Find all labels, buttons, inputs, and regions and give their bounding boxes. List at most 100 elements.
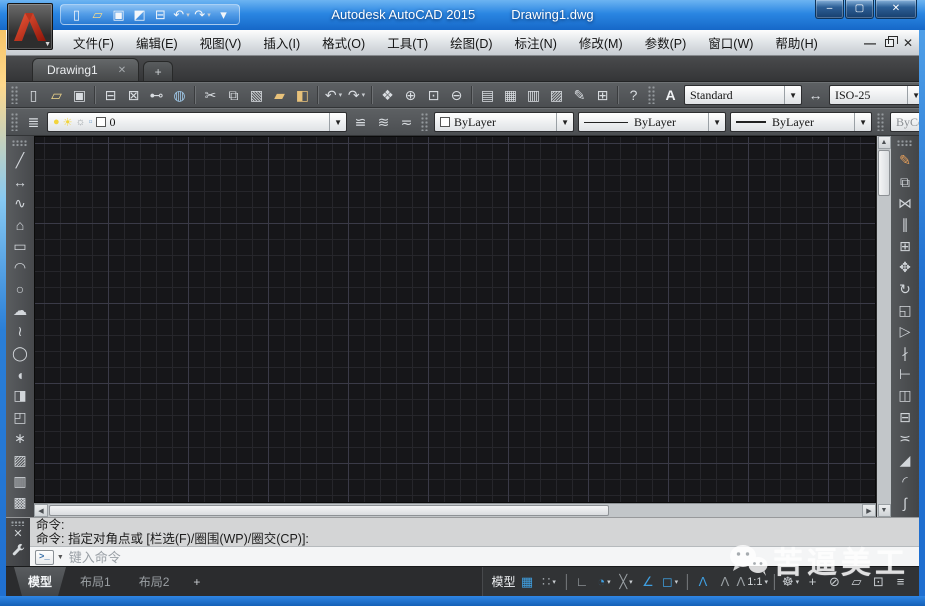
layer-combo[interactable]: ●☀☼▫ 0 ▼ [47, 112, 347, 132]
maximize-button[interactable]: ▢ [845, 0, 874, 19]
toolbar-grip[interactable] [897, 140, 913, 147]
mirror-tool[interactable]: ⋈ [893, 193, 917, 214]
fillet-tool[interactable]: ◜ [893, 471, 917, 492]
menu-window[interactable]: 窗口(W) [697, 30, 764, 55]
menu-tools[interactable]: 工具(T) [376, 30, 439, 55]
layer-on-icon[interactable]: ● [53, 116, 60, 128]
redo-icon[interactable]: ↷▾ [345, 84, 368, 106]
vertical-scrollbar[interactable]: ▲ ▼ [876, 136, 891, 517]
save-as-icon[interactable]: ◩ [130, 5, 149, 24]
layout1-tab[interactable]: 布局1 [66, 567, 125, 596]
title-bar[interactable]: ▯▱▣◩⊟↶▾↷▾▾ Autodesk AutoCAD 2015 Drawing… [0, 0, 925, 30]
undo-icon[interactable]: ↶▾ [172, 5, 191, 24]
save-icon[interactable]: ▣ [109, 5, 128, 24]
chamfer-tool[interactable]: ◢ [893, 449, 917, 470]
layer-previous-icon[interactable]: ≋ [372, 111, 395, 133]
scroll-down-icon[interactable]: ▼ [878, 504, 891, 517]
redo-icon[interactable]: ↷▾ [193, 5, 212, 24]
scroll-right-icon[interactable]: ▶ [862, 504, 876, 517]
insert-block-tool[interactable]: ◨ [8, 385, 32, 406]
scroll-up-icon[interactable]: ▲ [878, 136, 891, 149]
command-prompt-icon[interactable]: >_ [35, 550, 54, 565]
layer-lock-icon[interactable]: ▫ [89, 116, 93, 128]
drag-grip[interactable] [11, 521, 25, 526]
drawing-canvas[interactable] [34, 136, 876, 503]
make-object-layer-current-icon[interactable]: ≌ [349, 111, 372, 133]
horizontal-scrollbar[interactable]: ◀ ▶ [34, 503, 876, 517]
drawing-tab[interactable]: Drawing1 ✕ [32, 58, 139, 81]
menu-dimension[interactable]: 标注(N) [504, 30, 568, 55]
vertical-scroll-thumb[interactable] [878, 150, 890, 196]
chevron-down-icon[interactable]: ▼ [907, 86, 919, 104]
model-space-button[interactable]: 模型 [489, 571, 515, 593]
move-tool[interactable]: ✥ [893, 257, 917, 278]
open-icon[interactable]: ▱ [88, 5, 107, 24]
layout2-tab[interactable]: 布局2 [125, 567, 184, 596]
command-panel-grip[interactable]: ✕ [6, 518, 30, 566]
block-editor-icon[interactable]: ◧ [291, 84, 314, 106]
construction-line-tool[interactable]: ↔ [8, 171, 32, 192]
layer-properties-manager-icon[interactable]: ≣ [22, 111, 45, 133]
scroll-left-icon[interactable]: ◀ [34, 504, 48, 517]
help-icon[interactable]: ? [622, 84, 645, 106]
array-tool[interactable]: ⊞ [893, 236, 917, 257]
undo-icon-dropdown[interactable]: ▾ [339, 91, 343, 99]
gradient-tool[interactable]: ▥ [8, 471, 32, 492]
menu-draw[interactable]: 绘图(D) [439, 30, 503, 55]
copy-tool[interactable]: ⧉ [893, 171, 917, 192]
text-style-icon[interactable]: A [659, 84, 682, 106]
snap-mode-icon[interactable]: ∷▾ [539, 571, 560, 593]
trim-tool[interactable]: ∤ [893, 343, 917, 364]
menu-insert[interactable]: 插入(I) [252, 30, 311, 55]
layer-freeze-icon[interactable]: ☀ [63, 116, 73, 129]
offset-tool[interactable]: ∥ [893, 214, 917, 235]
model-tab[interactable]: 模型 [14, 567, 66, 596]
menu-view[interactable]: 视图(V) [189, 30, 253, 55]
hatch-tool[interactable]: ▨ [8, 449, 32, 470]
join-tool[interactable]: ≍ [893, 428, 917, 449]
close-icon[interactable]: ✕ [13, 529, 22, 540]
zoom-window-icon[interactable]: ⊡ [422, 84, 445, 106]
isometric-drafting-icon-dropdown[interactable]: ▾ [629, 578, 633, 586]
tool-palettes-icon[interactable]: ▥ [522, 84, 545, 106]
rectangle-tool[interactable]: ▭ [8, 236, 32, 257]
spline-tool[interactable]: ≀ [8, 321, 32, 342]
toolbar-grip[interactable] [11, 113, 19, 131]
chevron-down-icon[interactable]: ▼ [854, 113, 871, 131]
ellipse-tool[interactable]: ◯ [8, 343, 32, 364]
paste-icon[interactable]: ▧ [245, 84, 268, 106]
doc-minimize-icon[interactable]: — [864, 36, 876, 50]
break-tool[interactable]: ⊟ [893, 407, 917, 428]
menu-parametric[interactable]: 参数(P) [634, 30, 698, 55]
extend-tool[interactable]: ⊢ [893, 364, 917, 385]
open-icon[interactable]: ▱ [45, 84, 68, 106]
arc-tool[interactable]: ◠ [8, 257, 32, 278]
designcenter-icon[interactable]: ▦ [499, 84, 522, 106]
quickcalc-icon[interactable]: ⊞ [591, 84, 614, 106]
break-at-point-tool[interactable]: ◫ [893, 385, 917, 406]
print-icon[interactable]: ⊟ [151, 5, 170, 24]
lineweight-combo[interactable]: ByLayer ▼ [730, 112, 872, 132]
object-snap-icon-dropdown[interactable]: ▾ [675, 578, 679, 586]
create-block-tool[interactable]: ◰ [8, 407, 32, 428]
rotate-tool[interactable]: ↻ [893, 278, 917, 299]
properties-icon[interactable]: ▤ [476, 84, 499, 106]
doc-close-icon[interactable]: ✕ [903, 36, 913, 50]
dim-style-icon[interactable]: ↔ [804, 84, 827, 106]
toolbar-grip[interactable] [11, 86, 19, 104]
erase-tool[interactable]: ✎ [893, 150, 917, 171]
plot-style-combo[interactable]: ByColor ▼ [890, 112, 919, 132]
close-button[interactable]: ✕ [875, 0, 917, 19]
copy-icon[interactable]: ⧉ [222, 84, 245, 106]
print-icon[interactable]: ⊟ [99, 84, 122, 106]
qnew-icon[interactable]: ▯ [67, 5, 86, 24]
menu-file[interactable]: 文件(F) [62, 30, 125, 55]
wrench-icon[interactable] [12, 543, 25, 561]
ellipse-arc-tool[interactable]: ◖ [8, 364, 32, 385]
toolbar-grip[interactable] [877, 113, 885, 131]
new-icon[interactable]: ▯ [22, 84, 45, 106]
undo-icon-dropdown[interactable]: ▾ [186, 11, 190, 19]
polar-tracking-icon[interactable]: ◔▾ [594, 571, 615, 593]
menu-help[interactable]: 帮助(H) [764, 30, 828, 55]
isometric-drafting-icon[interactable]: ╳▾ [616, 571, 637, 593]
